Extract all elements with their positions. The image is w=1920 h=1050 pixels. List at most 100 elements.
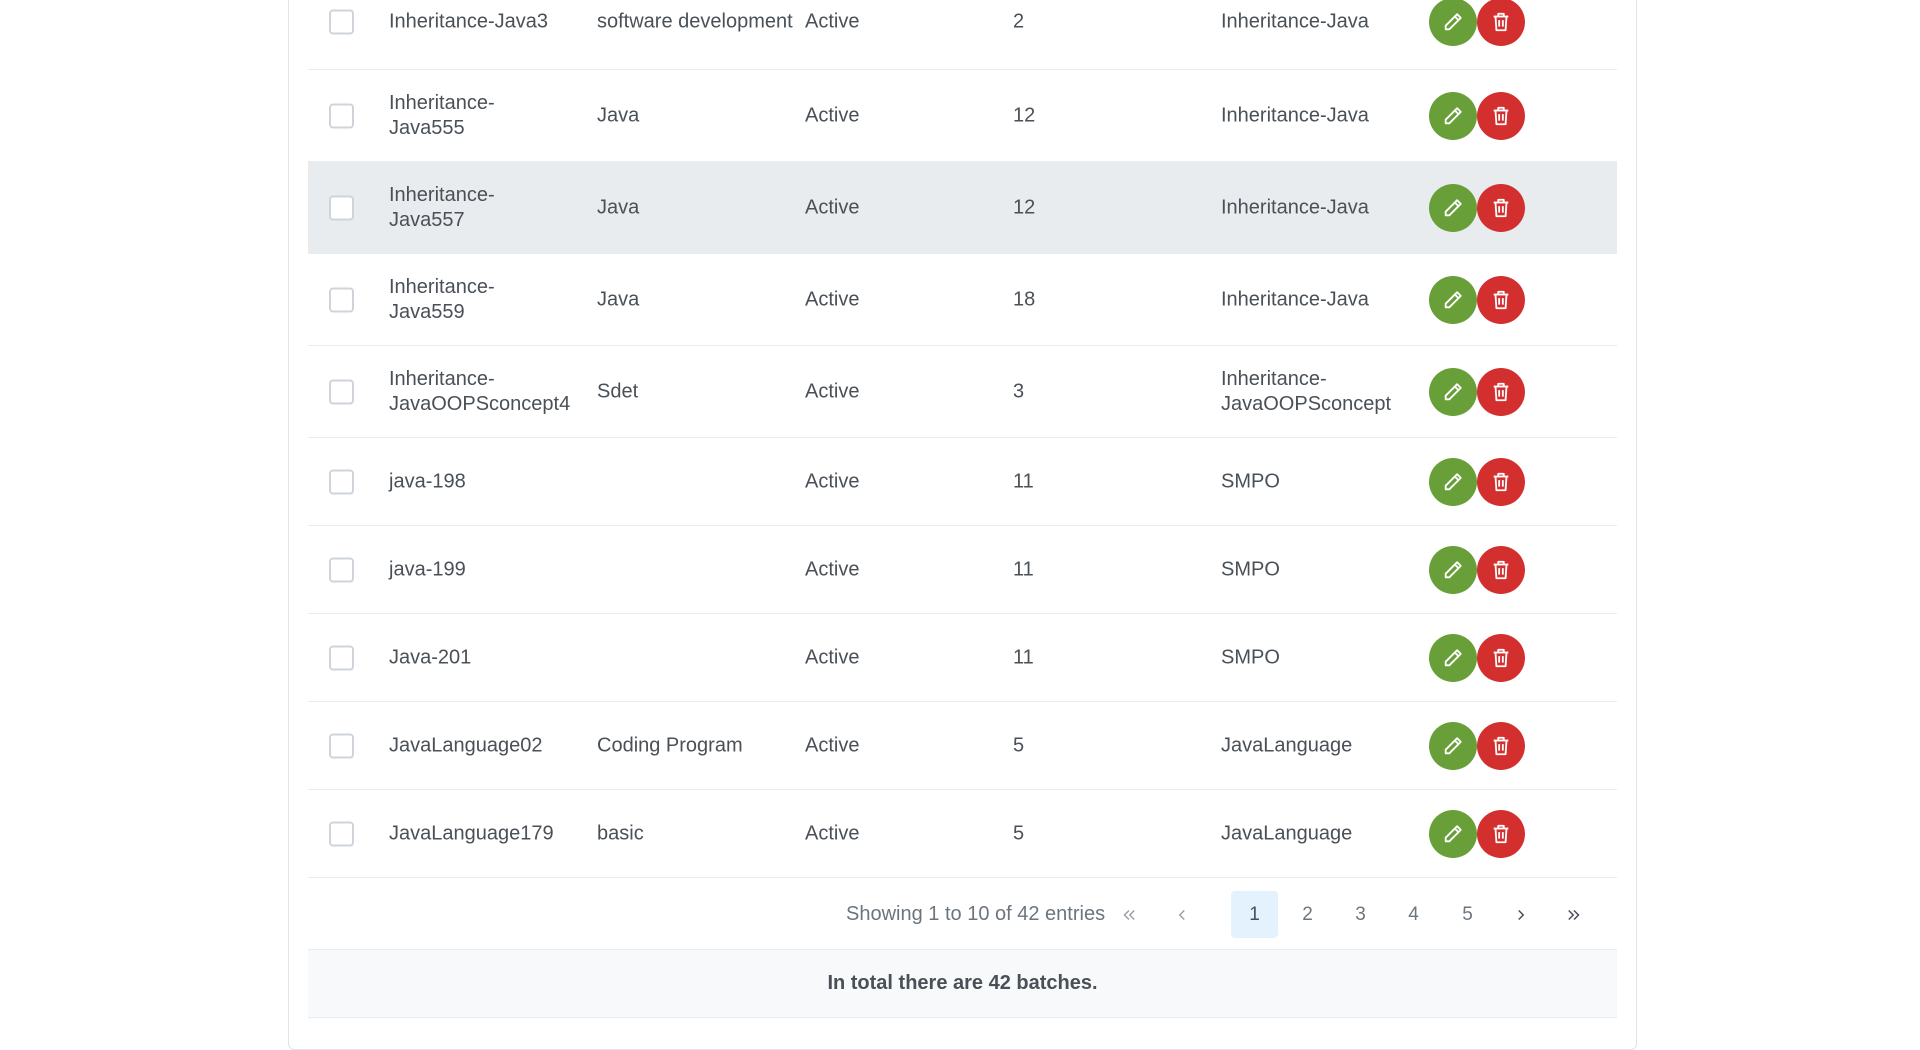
delete-button[interactable] — [1477, 183, 1525, 232]
double-chevron-right-icon — [1567, 909, 1580, 920]
batch-description: Java — [597, 104, 640, 126]
edit-button[interactable] — [1429, 721, 1477, 770]
delete-button[interactable] — [1477, 721, 1525, 770]
batch-program: JavaLanguage — [1221, 822, 1353, 844]
batch-name: Inheritance-JavaOOPSconcept4 — [389, 367, 571, 415]
pencil-icon — [1444, 13, 1462, 31]
batch-program: Inheritance-Java — [1221, 288, 1369, 310]
delete-button[interactable] — [1477, 545, 1525, 594]
batch-status: Active — [805, 734, 860, 756]
batch-program: Inheritance-Java — [1221, 10, 1369, 33]
table-row: java-198 Active 11 SMPO — [308, 438, 1617, 526]
batch-status: Active — [805, 380, 860, 402]
batch-program: Inheritance-JavaOOPSconcept — [1221, 367, 1392, 415]
row-checkbox[interactable] — [329, 379, 354, 404]
batch-classes: 3 — [1013, 380, 1025, 402]
edit-button[interactable] — [1429, 0, 1477, 46]
row-actions — [1429, 0, 1525, 46]
batch-status: Active — [805, 558, 860, 580]
delete-button[interactable] — [1477, 275, 1525, 324]
delete-button[interactable] — [1477, 0, 1525, 46]
batch-classes: 5 — [1013, 822, 1025, 844]
edit-button[interactable] — [1429, 367, 1477, 416]
batch-status: Active — [805, 196, 860, 218]
edit-button[interactable] — [1429, 545, 1477, 594]
page-button-3[interactable]: 3 — [1337, 891, 1384, 938]
double-chevron-left-icon — [1122, 909, 1135, 920]
next-page-button[interactable] — [1497, 891, 1544, 938]
row-checkbox[interactable] — [329, 821, 354, 846]
trash-icon — [1493, 472, 1509, 491]
pencil-icon — [1444, 106, 1462, 124]
page-button-4[interactable]: 4 — [1390, 891, 1437, 938]
pencil-icon — [1444, 824, 1462, 842]
delete-button[interactable] — [1477, 633, 1525, 682]
batch-classes: 18 — [1013, 288, 1036, 310]
paginator-report: Showing 1 to 10 of 42 entries — [846, 903, 1106, 925]
pencil-icon — [1444, 382, 1462, 400]
batch-name: Java-201 — [389, 646, 472, 668]
batch-name: java-198 — [389, 470, 466, 492]
table-row: Inheritance-Java555 Java Active 12 Inher… — [308, 70, 1617, 162]
batch-name: Inheritance-Java3 — [389, 10, 548, 33]
page-button-5[interactable]: 5 — [1444, 891, 1491, 938]
batch-classes: 12 — [1013, 196, 1036, 218]
row-actions — [1429, 721, 1525, 770]
row-checkbox[interactable] — [329, 195, 354, 220]
delete-button[interactable] — [1477, 91, 1525, 140]
edit-button[interactable] — [1429, 457, 1477, 506]
row-checkbox[interactable] — [329, 469, 354, 494]
batch-status: Active — [805, 646, 860, 668]
last-page-button[interactable] — [1550, 891, 1597, 938]
trash-icon — [1493, 560, 1509, 579]
pencil-icon — [1444, 472, 1462, 490]
page-button-2[interactable]: 2 — [1284, 891, 1331, 938]
pencil-icon — [1444, 736, 1462, 754]
total-batches-summary: In total there are 42 batches. — [827, 972, 1098, 994]
batch-status: Active — [805, 10, 860, 33]
row-checkbox[interactable] — [329, 645, 354, 670]
edit-button[interactable] — [1429, 91, 1477, 140]
prev-page-button[interactable] — [1158, 891, 1205, 938]
edit-button[interactable] — [1429, 633, 1477, 682]
pencil-icon — [1444, 648, 1462, 666]
edit-button[interactable] — [1429, 809, 1477, 858]
page-button-1[interactable]: 1 — [1231, 891, 1278, 938]
batch-classes: 11 — [1013, 646, 1034, 668]
batch-classes: 2 — [1013, 10, 1025, 33]
row-actions — [1429, 633, 1525, 682]
batch-program: JavaLanguage — [1221, 734, 1353, 756]
row-checkbox[interactable] — [329, 287, 354, 312]
trash-icon — [1493, 824, 1509, 843]
table-row: java-199 Active 11 SMPO — [308, 526, 1617, 614]
first-page-button[interactable] — [1105, 891, 1152, 938]
batch-description: Java — [597, 196, 640, 218]
edit-button[interactable] — [1429, 275, 1477, 324]
trash-icon — [1493, 382, 1509, 401]
chevron-left-icon — [1178, 909, 1185, 920]
table-row: Inheritance-Java559 Java Active 18 Inher… — [308, 254, 1617, 346]
batch-description: Sdet — [597, 380, 639, 402]
paginator: Showing 1 to 10 of 42 entries 1 2 3 4 5 — [308, 878, 1617, 950]
batch-status: Active — [805, 822, 860, 844]
delete-button[interactable] — [1477, 809, 1525, 858]
trash-icon — [1493, 736, 1509, 755]
delete-button[interactable] — [1477, 367, 1525, 416]
batch-description: Coding Program — [597, 734, 743, 756]
batch-name: JavaLanguage02 — [389, 734, 543, 756]
table-row: Java-201 Active 11 SMPO — [308, 614, 1617, 702]
row-actions — [1429, 183, 1525, 232]
trash-icon — [1493, 12, 1509, 32]
table-row: Inheritance-Java557 Java Active 12 Inher… — [308, 162, 1617, 254]
batch-classes: 11 — [1013, 470, 1034, 492]
batch-name: java-199 — [389, 558, 466, 580]
batch-status: Active — [805, 104, 860, 126]
edit-button[interactable] — [1429, 183, 1477, 232]
delete-button[interactable] — [1477, 457, 1525, 506]
batch-status: Active — [805, 470, 860, 492]
row-checkbox[interactable] — [329, 103, 354, 128]
trash-icon — [1493, 648, 1509, 667]
row-checkbox[interactable] — [329, 9, 354, 35]
row-checkbox[interactable] — [329, 733, 354, 758]
row-checkbox[interactable] — [329, 557, 354, 582]
